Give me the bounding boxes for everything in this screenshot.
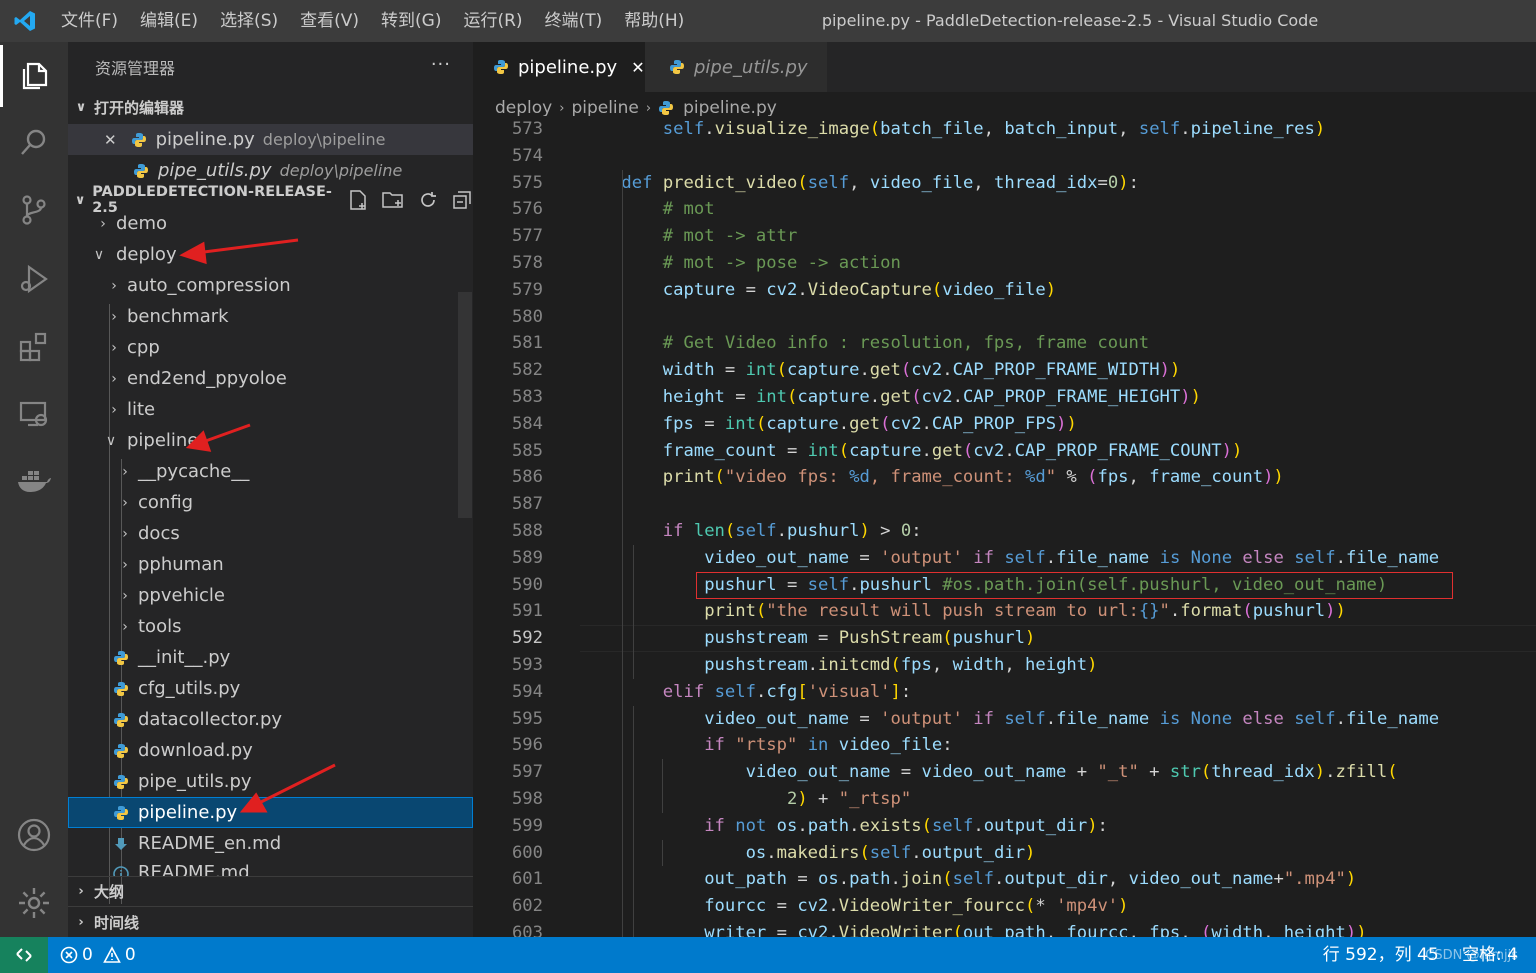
watermark: CSDN @hlmjjs xyxy=(1425,948,1518,963)
status-bar: 0 0 行 592，列 45 空格: 4 CSDN @hlmjjs xyxy=(0,937,1536,973)
arrow-head-icon xyxy=(179,241,207,265)
annotation-arrows xyxy=(179,238,336,813)
cursor-position[interactable]: 行 592，列 45 xyxy=(1323,945,1439,965)
arrow-head-icon xyxy=(239,792,268,813)
error-count: 0 xyxy=(82,945,93,965)
arrow-deploy xyxy=(195,238,299,255)
arrow-pipeline xyxy=(199,423,251,445)
warning-icon xyxy=(102,946,121,963)
problems-indicator[interactable]: 0 0 xyxy=(60,945,136,965)
status-right: 行 592，列 45 空格: 4 CSDN @hlmjjs xyxy=(1323,937,1518,973)
warning-count: 0 xyxy=(124,945,136,965)
remote-indicator-icon[interactable] xyxy=(0,937,48,973)
error-icon xyxy=(60,946,78,964)
arrow-head-icon xyxy=(185,430,212,452)
arrow-pipeline-py xyxy=(254,763,336,807)
